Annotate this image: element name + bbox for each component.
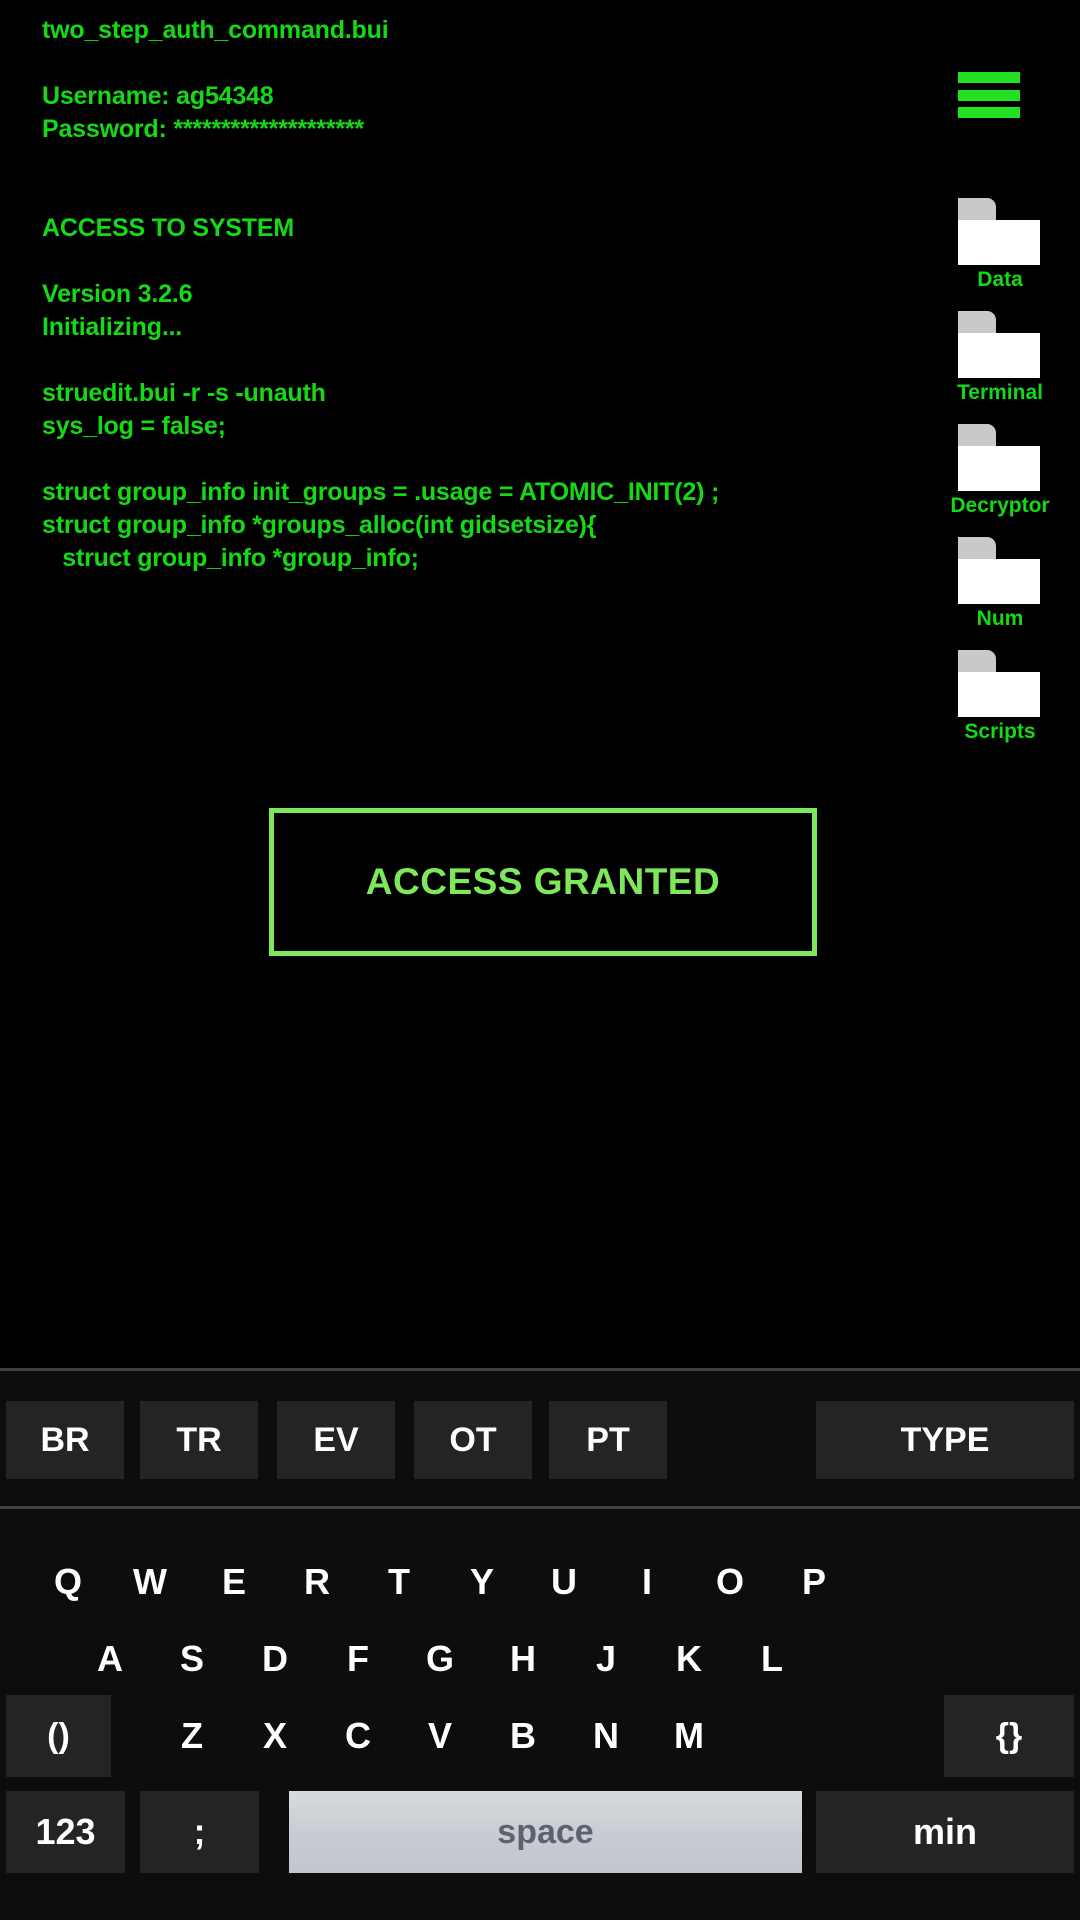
terminal-line-password: Password: ******************** bbox=[42, 115, 364, 143]
keyboard-row-4: 123 ; space min bbox=[0, 1785, 1080, 1879]
key-parentheses[interactable]: () bbox=[6, 1695, 111, 1777]
folder-tab bbox=[958, 198, 996, 221]
terminal-line-blank-4 bbox=[42, 344, 742, 377]
terminal-line-blank-3 bbox=[42, 245, 742, 278]
folder-icon bbox=[958, 198, 1040, 265]
suggestion-key-pt[interactable]: PT bbox=[549, 1401, 667, 1479]
key-b[interactable]: B bbox=[477, 1689, 569, 1783]
keyboard-row-3: () Z X C V B N M {} bbox=[0, 1689, 1080, 1783]
key-numbers[interactable]: 123 bbox=[6, 1791, 125, 1873]
key-space[interactable]: space bbox=[289, 1791, 802, 1873]
terminal-line-blank-2b bbox=[42, 179, 742, 212]
key-n[interactable]: N bbox=[560, 1689, 652, 1783]
terminal-screen: two_step_auth_command.bui Username: ag54… bbox=[0, 0, 1080, 1368]
folder-tab bbox=[958, 424, 996, 447]
terminal-line-init-groups: struct group_info init_groups = .usage =… bbox=[42, 478, 720, 506]
virtual-keyboard: BR TR EV OT PT TYPE Q W E R T Y U I O P … bbox=[0, 1368, 1080, 1920]
access-granted-label: ACCESS GRANTED bbox=[365, 861, 721, 902]
suggestion-key-ev[interactable]: EV bbox=[277, 1401, 395, 1479]
folder-label: Terminal bbox=[957, 381, 1043, 404]
sidebar-folder-terminal[interactable]: Terminal bbox=[920, 311, 1080, 424]
terminal-line-access-to-system: ACCESS TO SYSTEM bbox=[42, 214, 294, 242]
terminal-line-groups-alloc: struct group_info *groups_alloc(int gids… bbox=[42, 511, 597, 539]
terminal-output: two_step_auth_command.bui Username: ag54… bbox=[42, 14, 742, 575]
folder-icon bbox=[958, 424, 1040, 491]
folder-body bbox=[958, 446, 1040, 491]
hamburger-bar-3 bbox=[958, 107, 1020, 118]
terminal-line-initializing: Initializing... bbox=[42, 313, 183, 341]
hamburger-menu-icon[interactable] bbox=[958, 72, 1020, 118]
hamburger-bar-2 bbox=[958, 89, 1020, 101]
folder-icon bbox=[958, 537, 1040, 604]
folder-label: Data bbox=[977, 268, 1023, 291]
folder-body bbox=[958, 220, 1040, 265]
folder-tab bbox=[958, 650, 996, 673]
type-button[interactable]: TYPE bbox=[816, 1401, 1074, 1479]
key-min[interactable]: min bbox=[816, 1791, 1074, 1873]
terminal-line-blank-2 bbox=[42, 146, 742, 179]
terminal-line-syslog: sys_log = false; bbox=[42, 412, 226, 440]
terminal-line-username: Username: ag54348 bbox=[42, 82, 274, 110]
hamburger-bar-1 bbox=[958, 72, 1020, 83]
folder-body bbox=[958, 672, 1040, 717]
key-braces[interactable]: {} bbox=[944, 1695, 1074, 1777]
terminal-line-blank-5 bbox=[42, 443, 742, 476]
folder-body bbox=[958, 333, 1040, 378]
sidebar-folder-decryptor[interactable]: Decryptor bbox=[920, 424, 1080, 537]
suggestion-key-br[interactable]: BR bbox=[6, 1401, 124, 1479]
sidebar-folder-data[interactable]: Data bbox=[920, 198, 1080, 311]
keyboard-suggestion-row: BR TR EV OT PT TYPE bbox=[0, 1371, 1080, 1509]
folder-label: Num bbox=[976, 607, 1024, 630]
folder-icon bbox=[958, 311, 1040, 378]
folder-tab bbox=[958, 311, 996, 334]
key-semicolon[interactable]: ; bbox=[140, 1791, 259, 1873]
terminal-line-filename: two_step_auth_command.bui bbox=[42, 16, 389, 44]
terminal-line-struedit: struedit.bui -r -s -unauth bbox=[42, 379, 326, 407]
terminal-line-version: Version 3.2.6 bbox=[42, 280, 193, 308]
folder-icon bbox=[958, 650, 1040, 717]
folder-label: Scripts bbox=[964, 720, 1036, 743]
key-v[interactable]: V bbox=[394, 1689, 486, 1783]
access-granted-box[interactable]: ACCESS GRANTED bbox=[269, 808, 817, 956]
key-x[interactable]: X bbox=[229, 1689, 321, 1783]
key-z[interactable]: Z bbox=[146, 1689, 238, 1783]
key-c[interactable]: C bbox=[312, 1689, 404, 1783]
folder-sidebar: Data Terminal Decryptor Num Scripts bbox=[920, 198, 1080, 763]
key-m[interactable]: M bbox=[643, 1689, 735, 1783]
folder-label: Decryptor bbox=[950, 494, 1050, 517]
folder-tab bbox=[958, 537, 996, 560]
sidebar-folder-scripts[interactable]: Scripts bbox=[920, 650, 1080, 763]
folder-body bbox=[958, 559, 1040, 604]
suggestion-key-tr[interactable]: TR bbox=[140, 1401, 258, 1479]
suggestion-key-ot[interactable]: OT bbox=[414, 1401, 532, 1479]
sidebar-folder-num[interactable]: Num bbox=[920, 537, 1080, 650]
terminal-line-blank-1 bbox=[42, 47, 742, 80]
terminal-line-group-info-decl: struct group_info *group_info; bbox=[42, 544, 419, 572]
